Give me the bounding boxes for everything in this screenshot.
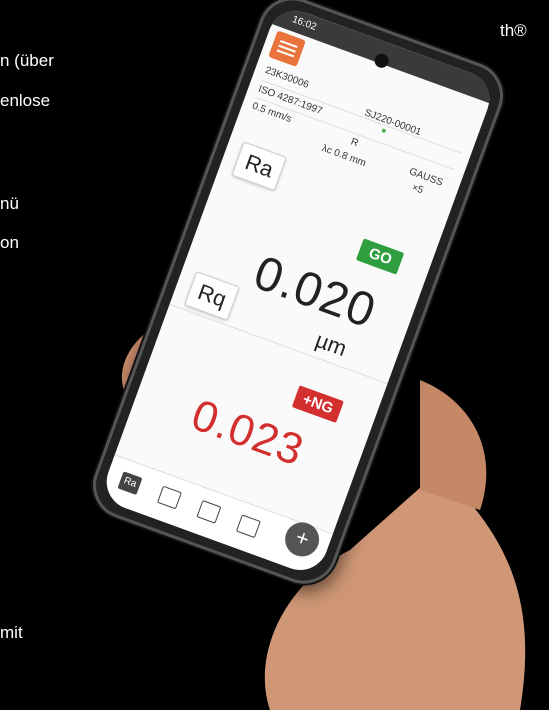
cutoff: λc 0.8 mm [320,143,368,170]
side-text-line2: n (über [0,51,54,70]
side-text-line6: mit [0,623,23,642]
menu-button[interactable] [268,30,306,67]
go-badge: GO [355,238,405,275]
nav-ra-tab[interactable]: Ra [117,471,143,496]
ng-badge: +NG [291,385,345,424]
list-icon[interactable] [235,514,261,539]
graph-icon[interactable] [196,500,222,524]
device-id: SJ220-00001 [362,107,423,139]
connection-dot [381,128,387,134]
side-text-line5: on [0,233,19,252]
side-text-line4: nü [0,194,19,213]
side-text-line1: th® [500,21,527,40]
profile: R [349,136,360,150]
profile-icon[interactable] [156,485,182,510]
samples: ×5 [410,182,425,197]
param-ra-tag[interactable]: Ra [231,141,288,192]
rq-value: 0.023 [185,390,311,476]
status-time: 16:02 [290,14,318,33]
side-text-line3: enlose [0,91,51,110]
